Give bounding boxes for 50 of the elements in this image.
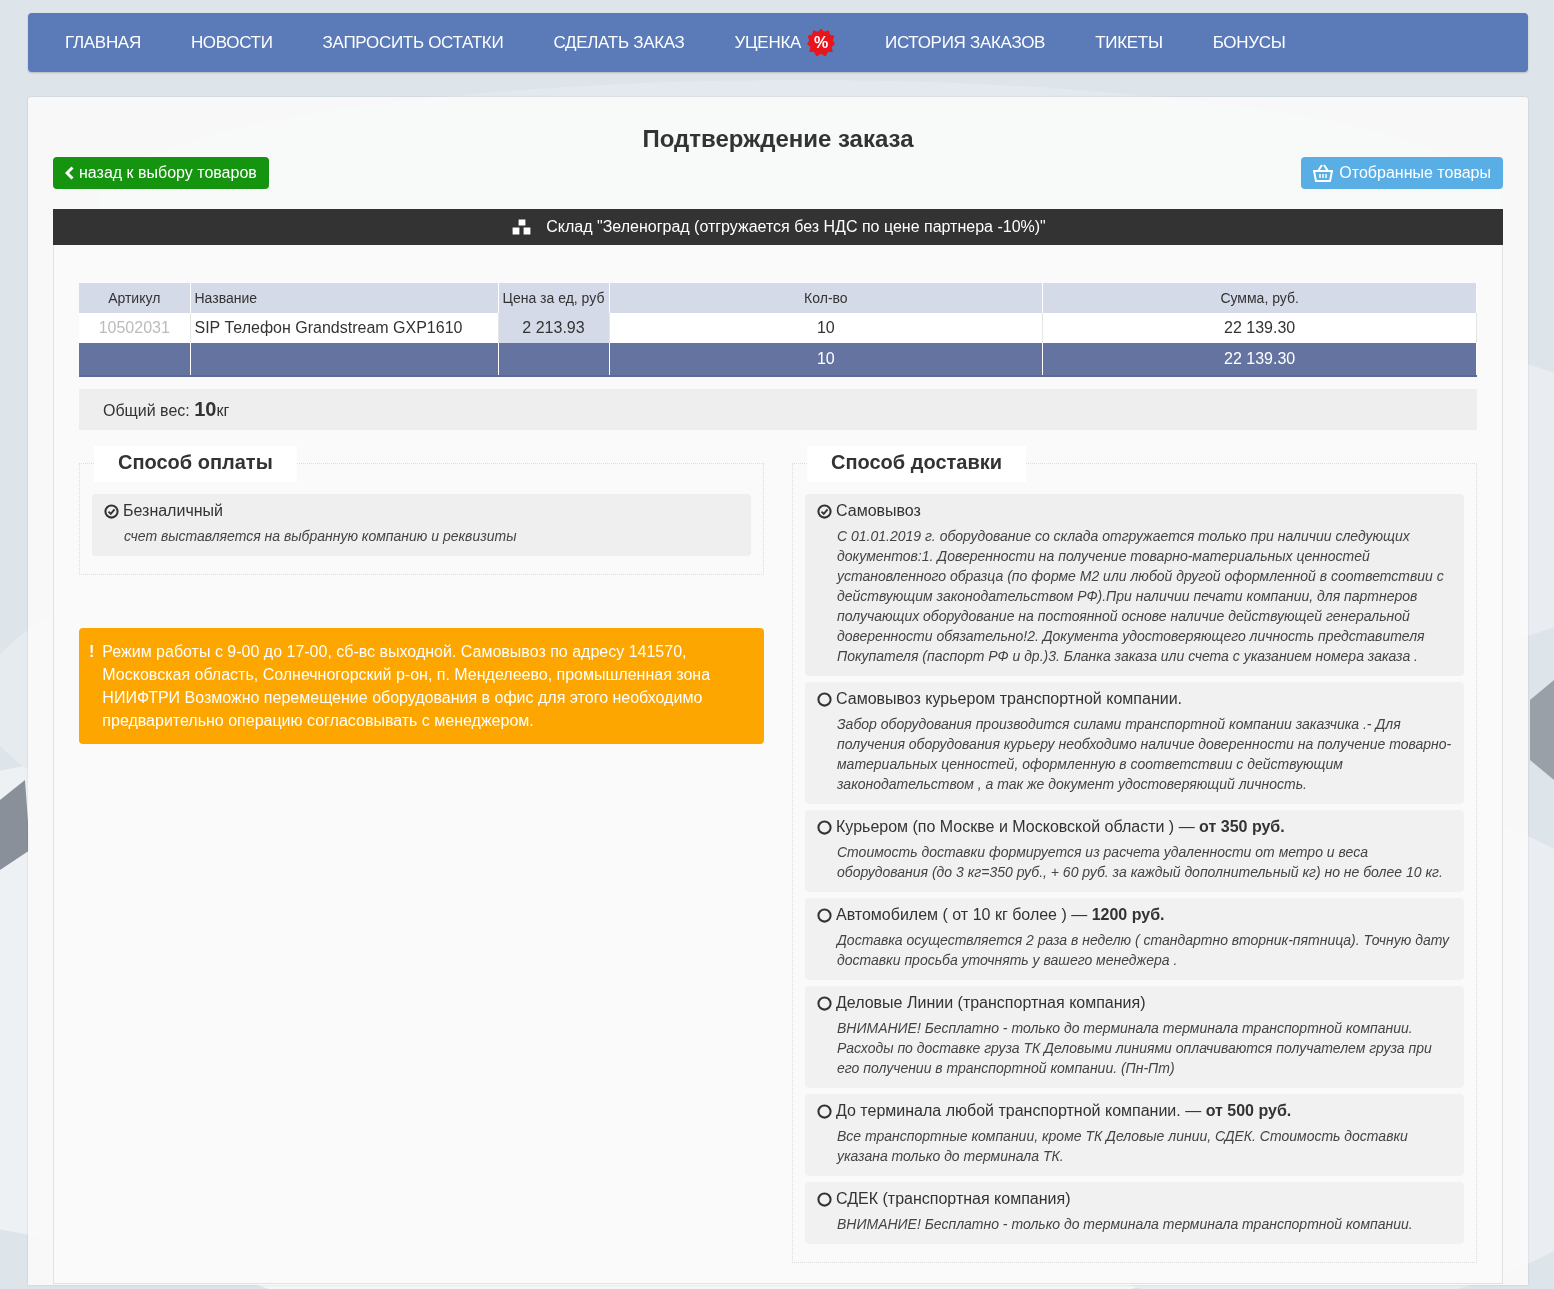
- column-header: Артикул: [79, 283, 190, 313]
- nav-link[interactable]: БОНУСЫ: [1212, 32, 1286, 53]
- column-header: Цена за ед, руб: [498, 283, 609, 313]
- option-label: Автомобилем ( от 10 кг более ) — 1200 руб.: [836, 906, 1165, 924]
- option-card[interactable]: До терминала любой транспортной компании. — от 500 руб. Все транспортные компании, кроме ТК Деловые линии, СДЕК. Стоимость доставки указана только до терминала ТК.: [805, 1094, 1464, 1176]
- option-label: СДЕК (транспортная компания): [836, 1190, 1071, 1208]
- total-cell: 22 139.30: [1042, 343, 1477, 376]
- option-description: ВНИМАНИЕ! Бесплатно - только до терминала терминала транспортной компании.: [837, 1215, 1414, 1234]
- nav-link[interactable]: НОВОСТИ: [190, 32, 273, 53]
- notice-text: Режим работы с 9-00 до 17-00, сб-вс выходной. Самовывоз по адресу 141570, Московская область, Солнечногорский р-он, п. Менделеево, промышленная зона НИИФТРИ Возможно перемещение оборудования в офис для этого необходимо предварительно операцию согласовывать с менеджером.: [102, 642, 712, 731]
- selected-items-button[interactable]: Отобранные товары: [1301, 157, 1503, 189]
- table-cell: 22 139.30: [1042, 313, 1477, 343]
- section-legend: Способ доставки: [807, 446, 1026, 482]
- total-cell: 10: [609, 343, 1043, 376]
- option-label: Безналичный: [123, 502, 223, 520]
- option-label: Курьером (по Москве и Московской области ) — от 350 руб.: [836, 818, 1285, 836]
- option-description: Все транспортные компании, кроме ТК Деловые линии, СДЕК. Стоимость доставки указана только до терминала ТК.: [837, 1127, 1409, 1166]
- option-card[interactable]: Автомобилем ( от 10 кг более ) — 1200 руб. Доставка осуществляется 2 раза в неделю ( стандартно вторник-пятница). Точную дату доставки просьба уточнять у вашего менеджера .: [805, 898, 1464, 980]
- page-title: Подтверждение заказа: [641, 125, 915, 153]
- column-header: Сумма, руб.: [1042, 283, 1477, 313]
- back-button[interactable]: назад к выбору товаров: [53, 157, 269, 189]
- nav-link[interactable]: ТИКЕТЫ: [1095, 32, 1163, 53]
- warehouse-label: Склад "Зеленоград (отгружается без НДС по цене партнера -10%)": [546, 218, 1046, 236]
- nav-link[interactable]: ИСТОРИЯ ЗАКАЗОВ: [885, 32, 1046, 53]
- column-header: Название: [190, 283, 498, 313]
- nav-link[interactable]: СДЕЛАТЬ ЗАКАЗ: [553, 32, 685, 53]
- option-label: До терминала любой транспортной компании. — от 500 руб.: [836, 1102, 1292, 1120]
- option-description: Забор оборудования производится силами транспортной компании заказчика .- Для получения оборудования курьеру необходимо наличие доверенности на получение товарно-материальных ценностей, оформленную в соответствии с действующим законодательством , а так же документ удостоверяющий личность.: [837, 715, 1452, 794]
- section-legend: Способ оплаты: [94, 446, 297, 482]
- discount-badge: %: [807, 28, 836, 57]
- option-description: Стоимость доставки формируется из расчета удаленности от метро и веса оборудования (до 3 кг=350 руб., + 60 руб. за каждый дополнительный кг) но не более 10 кг.: [837, 843, 1444, 882]
- option-description: С 01.01.2019 г. оборудование со склада отгружается только при наличии следующих документов:1. Доверенности на получение товарно-материальных ценностей установленного образца (по форме М2 или любой другой оформленной в соответствии с действующим законодательством РФ).При наличии печати компании, для партнеров получающих оборудование на постоянной основе наличие действующей генеральной доверенности обязательно!2. Документа удостоверяющего личность представителя Покупателя (паспорт РФ и др.)3. Бланка заказа или счета с указанием номера заказа .: [837, 527, 1445, 666]
- nav-link[interactable]: УЦЕНКА %: [734, 28, 836, 57]
- table-cell: 10: [609, 313, 1043, 343]
- nav-link[interactable]: ГЛАВНАЯ: [65, 32, 141, 53]
- option-card[interactable]: Безналичный счет выставляется на выбранную компанию и реквизиты: [92, 494, 751, 556]
- column-header: Кол-во: [609, 283, 1043, 313]
- table-cell: 10502031: [79, 313, 190, 343]
- table-cell: SIP Телефон Grandstream GXP1610: [190, 313, 498, 343]
- option-label: Самовывоз курьером транспортной компании.: [836, 690, 1183, 708]
- table-cell: 2 213.93: [498, 313, 609, 343]
- option-label: Самовывоз: [836, 502, 921, 520]
- exclamation-icon: !: [89, 640, 95, 732]
- option-card[interactable]: СДЕК (транспортная компания) ВНИМАНИЕ! Бесплатно - только до терминала терминала транспортной компании.: [805, 1182, 1464, 1244]
- option-description: Доставка осуществляется 2 раза в неделю ( стандартно вторник-пятница). Точную дату доставки просьба уточнять у вашего менеджера .: [837, 931, 1451, 970]
- weight-label: Общий вес: 10кг: [103, 402, 230, 419]
- nav-link[interactable]: ЗАПРОСИТЬ ОСТАТКИ: [322, 32, 504, 53]
- option-description: ВНИМАНИЕ! Бесплатно - только до терминала терминала транспортной компании. Расходы по доставке груза ТК Деловыми линиями оплачиваются получателем груза при его получении в транспортной компании. (Пн-Пт): [837, 1019, 1433, 1078]
- option-description: счет выставляется на выбранную компанию и реквизиты: [124, 527, 518, 546]
- option-label: Деловые Линии (транспортная компания): [836, 994, 1146, 1012]
